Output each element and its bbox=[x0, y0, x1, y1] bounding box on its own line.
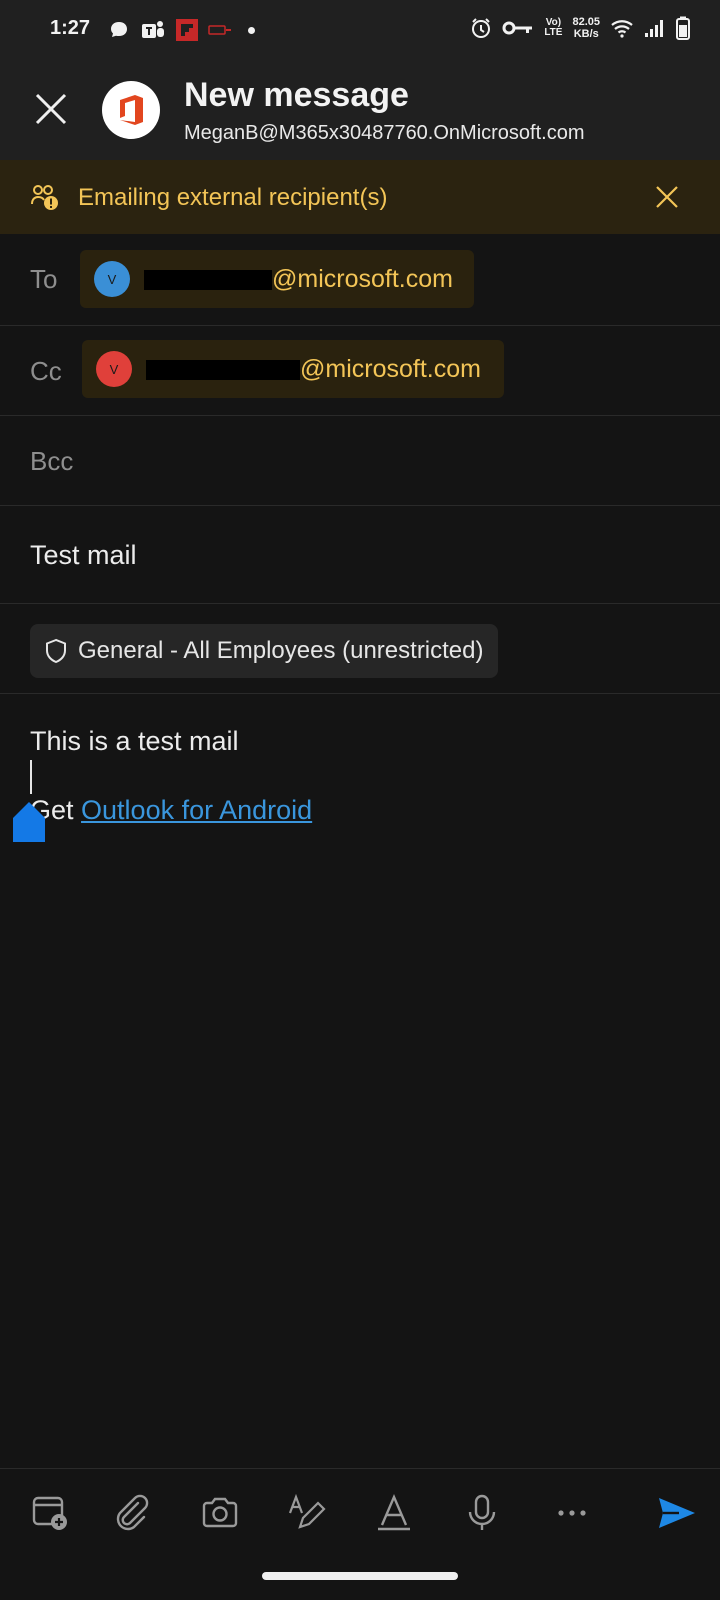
office-logo-icon bbox=[120, 95, 143, 125]
close-button[interactable] bbox=[30, 88, 72, 130]
format-text-button[interactable] bbox=[282, 1489, 330, 1537]
close-icon bbox=[656, 186, 678, 208]
sender-account[interactable]: MeganB@M365x30487760.OnMicrosoft.com bbox=[184, 122, 585, 145]
attach-icon bbox=[116, 1494, 149, 1531]
system-icons: Vo) LTE 82.05 KB/s bbox=[470, 16, 690, 40]
more-options-button[interactable] bbox=[548, 1489, 596, 1537]
recipient-email-domain: @microsoft.com bbox=[300, 354, 481, 383]
avatar: V bbox=[94, 261, 130, 297]
avatar: V bbox=[96, 351, 132, 387]
font-style-icon bbox=[378, 1493, 410, 1531]
status-bar: 1:27 Vo) LTE 82.05 KB/s bbox=[0, 0, 720, 60]
compose-toolbar bbox=[0, 1468, 720, 1558]
more-notifications-dot bbox=[248, 26, 255, 34]
close-icon bbox=[35, 93, 67, 125]
redacted-name bbox=[144, 270, 272, 290]
sensitivity-label: General - All Employees (unrestricted) bbox=[78, 637, 484, 664]
font-style-button[interactable] bbox=[370, 1489, 418, 1537]
send-icon bbox=[659, 1498, 695, 1528]
gesture-navigation-bar[interactable] bbox=[262, 1572, 458, 1580]
calendar-add-icon bbox=[32, 1496, 67, 1530]
flipboard-icon bbox=[176, 19, 198, 41]
wifi-icon bbox=[611, 20, 633, 38]
more-icon bbox=[558, 1510, 586, 1516]
compose-header: New message MeganB@M365x30487760.OnMicro… bbox=[0, 60, 720, 160]
cursor-handle-icon[interactable] bbox=[12, 800, 46, 844]
attach-button[interactable] bbox=[108, 1489, 156, 1537]
subject-field[interactable]: Test mail bbox=[30, 540, 137, 571]
outlook-android-link[interactable]: Outlook for Android bbox=[81, 795, 312, 825]
banner-message: Emailing external recipient(s) bbox=[78, 184, 388, 211]
cc-recipient-chip[interactable]: V @microsoft.com bbox=[82, 340, 504, 398]
signature[interactable]: Get Outlook for Android bbox=[30, 795, 312, 826]
status-time: 1:27 bbox=[50, 17, 91, 39]
battery-icon bbox=[676, 16, 690, 40]
teams-icon bbox=[142, 21, 164, 38]
redacted-name bbox=[146, 360, 300, 380]
signal-icon bbox=[645, 20, 663, 37]
volte-indicator: Vo) LTE bbox=[544, 17, 563, 38]
text-cursor bbox=[30, 760, 32, 794]
vpn-key-icon bbox=[502, 21, 533, 35]
message-body-text[interactable]: This is a test mail bbox=[30, 726, 239, 757]
camera-icon bbox=[202, 1497, 238, 1528]
to-row[interactable]: To V @microsoft.com bbox=[0, 234, 720, 326]
dictation-button[interactable] bbox=[458, 1489, 506, 1537]
office-app-avatar[interactable] bbox=[102, 81, 160, 139]
external-recipient-banner: Emailing external recipient(s) bbox=[0, 160, 720, 234]
calendar-add-button[interactable] bbox=[26, 1489, 74, 1537]
chat-bubble-icon bbox=[111, 22, 127, 37]
external-people-warning-icon bbox=[31, 185, 58, 210]
bcc-label: Bcc bbox=[30, 446, 74, 476]
format-text-icon bbox=[288, 1493, 326, 1529]
subject-row[interactable]: Test mail bbox=[0, 506, 720, 604]
notification-icons bbox=[108, 18, 255, 42]
bcc-row[interactable]: Bcc bbox=[0, 416, 720, 506]
network-speed: 82.05 KB/s bbox=[572, 16, 600, 40]
send-button[interactable] bbox=[652, 1489, 700, 1537]
camera-button[interactable] bbox=[196, 1489, 244, 1537]
page-title: New message bbox=[184, 76, 409, 114]
dismiss-banner-button[interactable] bbox=[652, 182, 682, 212]
cc-row[interactable]: Cc V @microsoft.com bbox=[0, 326, 720, 416]
to-recipient-chip[interactable]: V @microsoft.com bbox=[80, 250, 474, 308]
microphone-icon bbox=[468, 1494, 496, 1530]
alarm-icon bbox=[472, 18, 491, 38]
sensitivity-label-button[interactable]: General - All Employees (unrestricted) bbox=[30, 624, 498, 678]
recipient-email-domain: @microsoft.com bbox=[272, 264, 453, 293]
app-notification-icon bbox=[208, 25, 231, 35]
shield-icon bbox=[46, 638, 66, 664]
cc-label: Cc bbox=[30, 356, 62, 386]
to-label: To bbox=[30, 264, 58, 294]
